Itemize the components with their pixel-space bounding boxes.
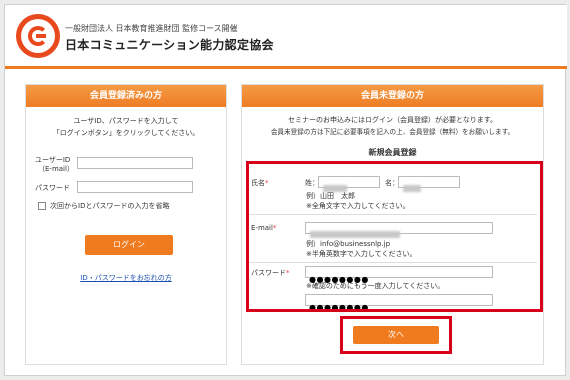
- page-frame: 一般財団法人 日本教育推進財団 監修コース開催 日本コミュニケーション能力認定協…: [4, 4, 567, 376]
- password-input[interactable]: [77, 181, 193, 193]
- register-intro-line2: 会員未登録の方は下記に必要事項を記入の上、会員登録（無料）をお願いします。: [270, 128, 515, 136]
- user-id-sublabel: （E-mail）: [38, 165, 74, 173]
- login-intro-line1: ユーザID、パスワードを入力して: [73, 117, 179, 125]
- register-form-title: 新規会員登録: [368, 148, 417, 157]
- login-panel: 会員登録済みの方 ユーザID、パスワードを入力して 「ログインボタン」をクリック…: [25, 84, 227, 365]
- remember-checkbox[interactable]: [38, 202, 46, 210]
- org-subtitle: 一般財団法人 日本教育推進財団 監修コース開催: [65, 24, 238, 33]
- register-intro-line1: セミナーのお申込みにはログイン（会員登録）が必要となります。: [287, 116, 498, 124]
- form-highlight-box: [246, 161, 543, 312]
- org-name: 日本コミュニケーション能力認定協会: [65, 38, 274, 52]
- register-panel-title: 会員未登録の方: [242, 85, 543, 107]
- next-button-highlight-box: [340, 316, 452, 354]
- user-id-input[interactable]: [77, 157, 193, 169]
- remember-label: 次回からIDとパスワードの入力を省略: [50, 202, 170, 210]
- org-logo: [16, 14, 60, 58]
- login-button[interactable]: ログイン: [85, 235, 173, 255]
- site-header: 一般財団法人 日本教育推進財団 監修コース開催 日本コミュニケーション能力認定協…: [5, 5, 567, 69]
- forgot-password-link[interactable]: ID・パスワードをお忘れの方: [26, 273, 226, 283]
- login-panel-title: 会員登録済みの方: [26, 85, 226, 107]
- password-label: パスワード: [35, 184, 70, 192]
- login-intro-line2: 「ログインボタン」をクリックしてください。: [52, 129, 200, 137]
